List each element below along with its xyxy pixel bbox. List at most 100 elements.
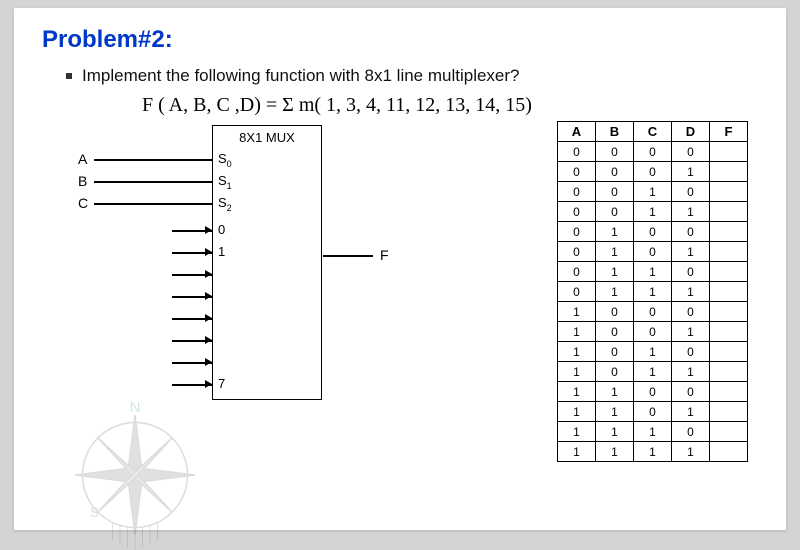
cell: 0 [634,162,672,182]
cell: 1 [558,362,596,382]
cell: 0 [634,402,672,422]
cell [710,322,748,342]
cell [710,342,748,362]
cell [710,142,748,162]
mux-schematic: 8X1 MUX A S0 B S1 C S2 0 1 [52,125,392,455]
cell: 0 [596,182,634,202]
cell: 1 [596,262,634,282]
cell: 1 [558,402,596,422]
bullet-icon [66,73,72,79]
sel-label-b: B [78,173,87,189]
cell: 0 [634,222,672,242]
cell: 1 [596,242,634,262]
truth-table: A B C D F 000000010010001101000101011001… [557,121,748,462]
table-row: 0000 [558,142,748,162]
cell: 0 [672,182,710,202]
arrow-icon [205,358,212,366]
cell: 1 [634,282,672,302]
cell [710,182,748,202]
cell [710,362,748,382]
cell: 0 [596,342,634,362]
cell [710,402,748,422]
col-D: D [672,122,710,142]
table-row: 1100 [558,382,748,402]
cell: 0 [558,162,596,182]
cell: 1 [596,402,634,422]
cell: 0 [596,302,634,322]
cell: 1 [672,282,710,302]
cell: 0 [672,422,710,442]
arrow-icon [205,248,212,256]
cell: 0 [558,262,596,282]
cell [710,302,748,322]
cell: 1 [634,422,672,442]
cell: 1 [672,442,710,462]
cell: 0 [672,262,710,282]
cell: 0 [558,242,596,262]
cell: 1 [558,342,596,362]
mux-header: 8X1 MUX [213,130,321,145]
cell: 1 [634,442,672,462]
svg-text:N: N [130,400,141,416]
cell [710,382,748,402]
sel-pin-c: S2 [218,195,232,210]
cell: 0 [672,342,710,362]
table-row: 1001 [558,322,748,342]
table-row: 1101 [558,402,748,422]
table-row: 0101 [558,242,748,262]
cell [710,442,748,462]
table-row: 1111 [558,442,748,462]
arrow-icon [205,226,212,234]
cell: 1 [596,422,634,442]
cell: 1 [596,282,634,302]
page: Problem#2: Implement the following funct… [14,8,786,530]
cell: 0 [596,202,634,222]
problem-title: Problem#2: [42,26,758,54]
cell: 1 [634,202,672,222]
cell: 0 [596,162,634,182]
table-row: 0100 [558,222,748,242]
sel-label-a: A [78,151,87,167]
cell [710,282,748,302]
table-row: 0011 [558,202,748,222]
cell [710,262,748,282]
cell: 1 [672,322,710,342]
cell: 1 [634,182,672,202]
table-row: 0001 [558,162,748,182]
cell: 0 [634,302,672,322]
col-B: B [596,122,634,142]
arrow-icon [205,336,212,344]
cell: 1 [558,442,596,462]
cell: 0 [634,322,672,342]
table-row: 0010 [558,182,748,202]
table-row: 0111 [558,282,748,302]
data-pin-0: 0 [218,222,225,237]
cell: 0 [672,222,710,242]
cell: 1 [558,302,596,322]
cell: 1 [596,382,634,402]
table-row: 0110 [558,262,748,282]
cell: 0 [558,202,596,222]
svg-text:S: S [90,505,99,520]
cell: 1 [672,362,710,382]
sel-pin-b: S1 [218,173,232,188]
col-F: F [710,122,748,142]
cell: 1 [672,162,710,182]
cell: 0 [596,322,634,342]
cell: 1 [596,222,634,242]
cell: 1 [634,362,672,382]
cell: 1 [558,382,596,402]
arrow-icon [205,292,212,300]
table-header-row: A B C D F [558,122,748,142]
cell: 1 [634,262,672,282]
cell: 0 [596,142,634,162]
col-A: A [558,122,596,142]
output-wire [323,255,373,257]
sel-wire-a [94,159,212,161]
output-label: F [380,247,389,263]
cell: 0 [672,142,710,162]
table-row: 1010 [558,342,748,362]
cell: 1 [634,342,672,362]
table-row: 1000 [558,302,748,322]
statement-row: Implement the following function with 8x… [66,66,758,86]
